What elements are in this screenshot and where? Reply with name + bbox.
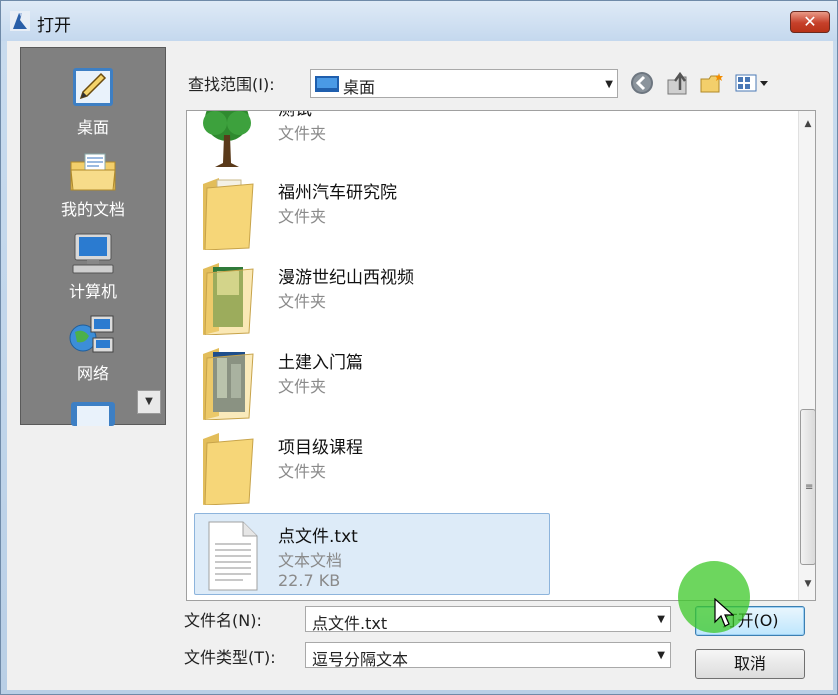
file-type-label: 文件类型(T): [184,648,276,667]
back-icon[interactable] [629,70,655,96]
file-name: 漫游世纪山西视频 [278,268,414,288]
look-in-label: 查找范围(I): [188,75,275,94]
open-file-dialog: 打开 ✕ 桌面 我的文档 计算机 网络 ▼ 查找范围(I): 桌面 ▼ 测试 文… [0,0,838,695]
file-type-dropdown[interactable]: 逗号分隔文本 ▼ [305,642,671,669]
file-name: 土建入门篇 [278,353,363,373]
folder-icon [203,348,254,420]
place-computer[interactable]: 计算机 [21,232,165,302]
title-bar: 打开 ✕ [1,1,837,41]
dialog-body: 桌面 我的文档 计算机 网络 ▼ 查找范围(I): 桌面 ▼ 测试 文件夹 福州… [7,41,833,690]
folder-icon [203,433,254,505]
desktop-icon [315,76,339,92]
new-folder-icon[interactable] [699,70,725,96]
chevron-down-icon: ▼ [605,79,613,90]
vertical-scrollbar[interactable]: ▲ ≡ ▼ [798,111,815,600]
place-network[interactable]: 网络 [21,312,165,384]
file-name-label: 文件名(N): [184,611,262,630]
cancel-button[interactable]: 取消 [695,649,805,679]
file-name-value: 点文件.txt [312,614,388,633]
scroll-down-icon[interactable]: ▼ [799,575,815,593]
computer-icon [72,233,114,274]
my-documents-folder-icon [70,153,116,191]
folder-icon [203,178,254,250]
list-item[interactable]: 测试 文件夹 [195,110,551,169]
file-type-value: 逗号分隔文本 [312,650,409,669]
file-name: 项目级课程 [278,438,363,458]
place-label: 桌面 [76,118,109,137]
place-label: 网络 [76,364,109,383]
file-type: 文件夹 [278,207,327,226]
text-file-icon [208,521,258,591]
places-scroll-down-button[interactable]: ▼ [137,390,161,414]
window-title: 打开 [37,16,71,36]
file-type: 文本文档 [278,551,343,570]
list-item-selected[interactable]: 点文件.txt 文本文档 22.7 KB [194,513,550,595]
file-size: 22.7 KB [278,571,341,590]
list-item[interactable]: 土建入门篇 文件夹 [195,340,551,422]
partial-place-icon [71,402,115,426]
file-type: 文件夹 [278,462,327,481]
place-my-documents[interactable]: 我的文档 [21,152,165,220]
file-name: 点文件.txt [278,527,358,547]
close-button[interactable]: ✕ [790,11,830,33]
list-item[interactable]: 福州汽车研究院 文件夹 [195,170,551,252]
places-bar: 桌面 我的文档 计算机 网络 ▼ [20,47,166,426]
place-desktop[interactable]: 桌面 [21,64,165,138]
up-folder-icon[interactable] [664,70,690,96]
desktop-pen-icon [73,68,113,106]
scrollbar-thumb[interactable]: ≡ [800,409,815,565]
file-type: 文件夹 [278,377,327,396]
look-in-value: 桌面 [343,78,376,97]
file-name-field[interactable]: 点文件.txt ▼ [305,606,671,633]
chevron-down-icon: ▼ [657,650,665,661]
network-icon [69,315,114,353]
grip-icon: ≡ [805,482,814,493]
file-name: 福州汽车研究院 [278,183,397,203]
list-item[interactable]: 项目级课程 文件夹 [195,425,551,507]
list-item[interactable]: 漫游世纪山西视频 文件夹 [195,255,551,337]
scroll-up-icon[interactable]: ▲ [799,115,815,133]
tree-icon [203,111,251,167]
folder-icon [203,263,254,335]
mouse-pointer-icon [714,598,734,627]
app-icon [10,11,30,31]
view-menu-icon[interactable] [734,70,772,96]
file-name: 测试 [278,110,312,120]
file-type: 文件夹 [278,292,327,311]
place-label: 计算机 [68,282,117,301]
look-in-dropdown[interactable]: 桌面 ▼ [310,69,618,98]
file-type: 文件夹 [278,124,327,143]
chevron-down-icon: ▼ [657,614,665,625]
place-label: 我的文档 [60,200,125,219]
file-list: 测试 文件夹 福州汽车研究院 文件夹 漫游世纪山西视频 文件夹 土建入门篇 文件… [186,110,816,601]
